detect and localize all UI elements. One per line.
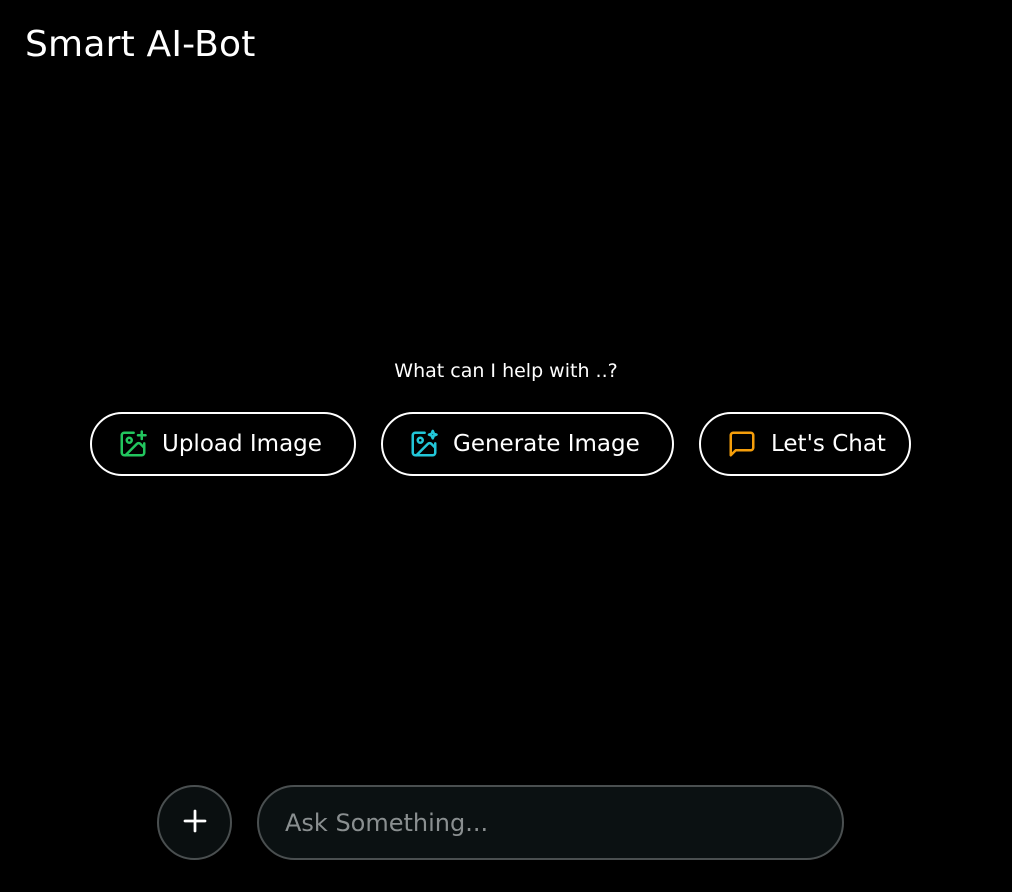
plus-icon [180, 806, 210, 840]
upload-image-button[interactable]: Upload Image [90, 412, 356, 476]
chat-app: Smart AI-Bot What can I help with ..? Up… [0, 0, 1012, 892]
quick-actions: Upload Image Generate Image Let's Chat [0, 412, 1012, 476]
app-title: Smart AI-Bot [25, 24, 256, 65]
message-square-icon [727, 429, 757, 459]
ask-input[interactable] [257, 785, 844, 860]
add-button[interactable] [157, 785, 232, 860]
generate-image-button[interactable]: Generate Image [381, 412, 674, 476]
upload-image-label: Upload Image [162, 431, 322, 457]
lets-chat-label: Let's Chat [771, 431, 886, 457]
welcome-prompt: What can I help with ..? [394, 360, 618, 382]
image-plus-icon [118, 429, 148, 459]
lets-chat-button[interactable]: Let's Chat [699, 412, 911, 476]
generate-image-label: Generate Image [453, 431, 640, 457]
image-sparkle-icon [409, 429, 439, 459]
